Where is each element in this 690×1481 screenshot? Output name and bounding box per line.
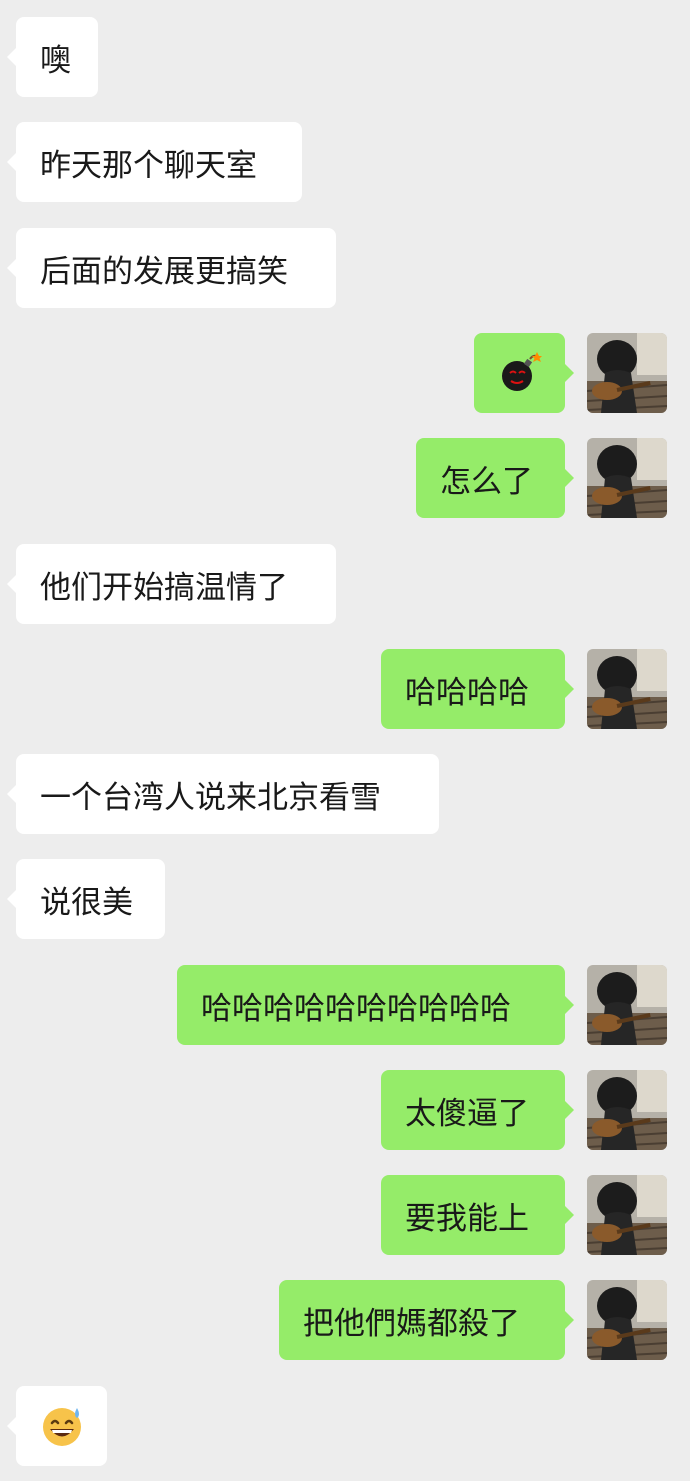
avatar[interactable]	[587, 1175, 667, 1255]
outgoing-message: 哈哈哈哈哈哈哈哈哈哈	[0, 965, 690, 1045]
message-bubble[interactable]: 要我能上	[381, 1175, 574, 1255]
message-text: 太傻逼了	[405, 1095, 529, 1132]
avatar[interactable]	[587, 1070, 667, 1150]
message-bubble[interactable]: 噢	[7, 17, 98, 97]
message-bubble[interactable]	[7, 1386, 107, 1466]
message-bubble[interactable]: 把他們媽都殺了	[279, 1280, 574, 1360]
message-text: 要我能上	[405, 1200, 529, 1237]
incoming-message	[0, 1386, 690, 1466]
outgoing-message: 要我能上	[0, 1175, 690, 1255]
avatar[interactable]	[587, 333, 667, 413]
avatar[interactable]	[587, 1280, 667, 1360]
message-bubble[interactable]: 说很美	[7, 859, 165, 939]
message-bubble[interactable]: 太傻逼了	[381, 1070, 574, 1150]
message-bubble[interactable]: 哈哈哈哈哈哈哈哈哈哈	[177, 965, 574, 1045]
incoming-message: 一个台湾人说来北京看雪	[0, 754, 690, 834]
bomb-emoji-icon	[498, 351, 542, 395]
incoming-message: 说很美	[0, 859, 690, 939]
message-bubble[interactable]: 他们开始搞温情了	[7, 544, 336, 624]
message-text: 后面的发展更搞笑	[40, 253, 288, 290]
message-text: 哈哈哈哈哈哈哈哈哈哈	[201, 990, 511, 1027]
message-bubble[interactable]: 后面的发展更搞笑	[7, 228, 336, 308]
message-bubble[interactable]: 哈哈哈哈	[381, 649, 574, 729]
message-bubble[interactable]	[474, 333, 574, 413]
incoming-message: 他们开始搞温情了	[0, 544, 690, 624]
incoming-message: 噢	[0, 17, 690, 97]
outgoing-message: 怎么了	[0, 438, 690, 518]
avatar[interactable]	[587, 438, 667, 518]
outgoing-message: 哈哈哈哈	[0, 649, 690, 729]
message-text: 怎么了	[440, 463, 533, 500]
message-text: 把他們媽都殺了	[303, 1305, 520, 1342]
message-text: 一个台湾人说来北京看雪	[40, 779, 381, 816]
message-text: 说很美	[40, 884, 133, 921]
message-text: 哈哈哈哈	[405, 674, 529, 711]
message-bubble[interactable]: 一个台湾人说来北京看雪	[7, 754, 439, 834]
incoming-message: 昨天那个聊天室	[0, 122, 690, 202]
message-text: 昨天那个聊天室	[40, 147, 257, 184]
outgoing-message: 把他們媽都殺了	[0, 1280, 690, 1360]
message-text: 他们开始搞温情了	[40, 569, 288, 606]
message-text: 噢	[40, 42, 71, 79]
message-bubble[interactable]: 昨天那个聊天室	[7, 122, 302, 202]
avatar[interactable]	[587, 649, 667, 729]
chat-message-list[interactable]: 噢 昨天那个聊天室 后面的发展更搞笑 怎么了 他们开始搞温情了 哈哈哈哈 一个台…	[0, 0, 690, 1481]
grinning-sweat-emoji-icon	[40, 1404, 84, 1448]
avatar[interactable]	[587, 965, 667, 1045]
outgoing-message: 太傻逼了	[0, 1070, 690, 1150]
outgoing-message	[0, 333, 690, 413]
incoming-message: 后面的发展更搞笑	[0, 228, 690, 308]
message-bubble[interactable]: 怎么了	[416, 438, 574, 518]
